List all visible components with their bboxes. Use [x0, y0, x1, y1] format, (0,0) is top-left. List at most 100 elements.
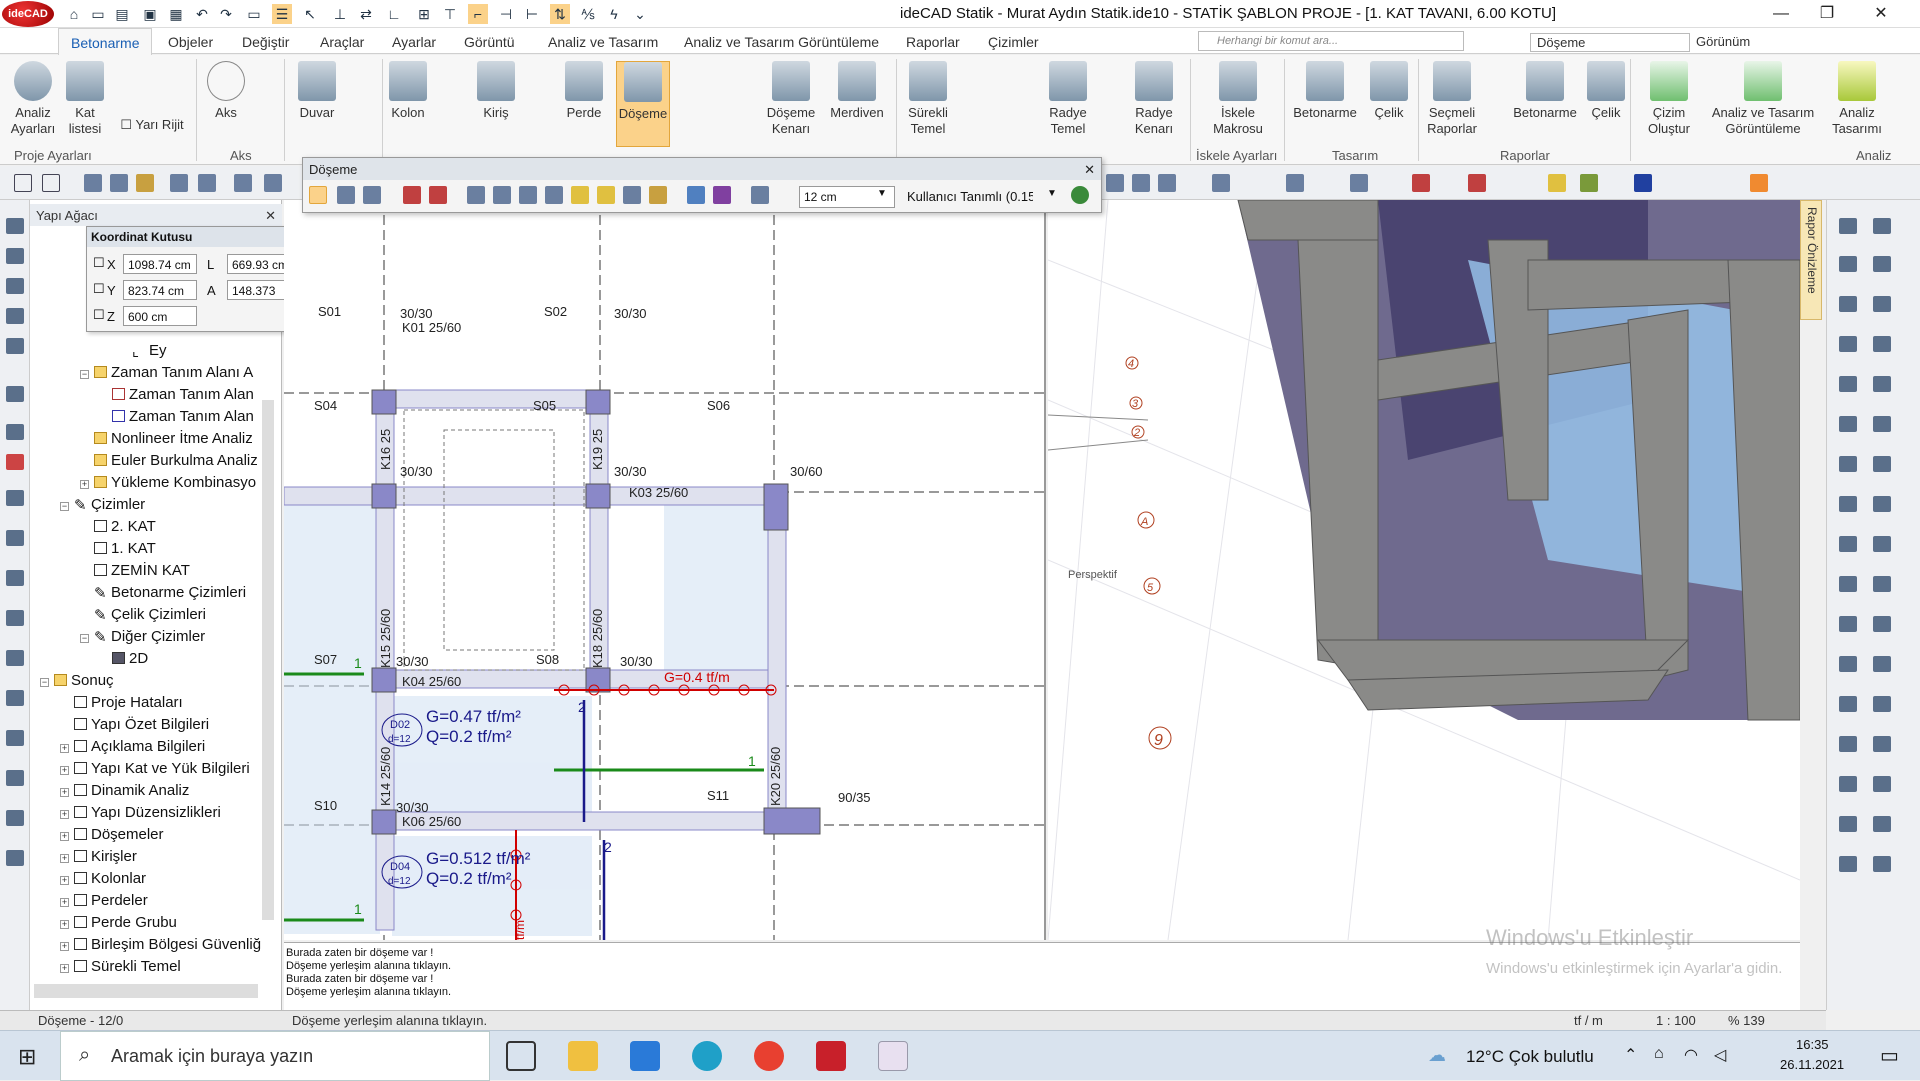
iskele-makrosu-button[interactable]: İskele Makrosu	[1196, 61, 1280, 137]
tree-item[interactable]: ⌞ Ey	[132, 342, 167, 360]
taskbar-search-input[interactable]: ⌕ Aramak için buraya yazın	[60, 1031, 490, 1081]
slab-delete-icon[interactable]	[403, 186, 421, 204]
tree-item[interactable]: ✎ Diğer Çizimler	[94, 628, 205, 646]
tool-icon[interactable]	[6, 610, 24, 626]
slab-place-icon[interactable]	[309, 186, 327, 204]
x-lock-checkbox[interactable]: ☐	[93, 255, 105, 271]
object-icon[interactable]	[1873, 856, 1891, 872]
trim-icon[interactable]	[1350, 174, 1368, 192]
tree-item[interactable]: 1. KAT	[94, 540, 156, 557]
file-explorer-icon[interactable]	[568, 1041, 598, 1071]
kiris-button[interactable]: Kiriş	[474, 61, 518, 121]
redo-icon[interactable]: ↷	[216, 4, 236, 24]
doseme-combo[interactable]: Döşeme	[1530, 33, 1690, 52]
delete-icon[interactable]	[1468, 174, 1486, 192]
tab-ayarlar[interactable]: Ayarlar	[392, 34, 436, 50]
status-scale[interactable]: 1 : 100	[1656, 1013, 1696, 1028]
minimize-icon[interactable]: —	[1758, 0, 1804, 28]
layer-icon[interactable]	[1106, 174, 1124, 192]
tool-icon[interactable]	[6, 490, 24, 506]
object-icon[interactable]	[1873, 376, 1891, 392]
object-icon[interactable]	[1839, 536, 1857, 552]
object-icon[interactable]	[1839, 416, 1857, 432]
z-lock-checkbox[interactable]: ☐	[93, 307, 105, 323]
object-icon[interactable]	[1873, 336, 1891, 352]
expand-icon[interactable]: +	[60, 788, 69, 797]
weather-icon[interactable]: ☁	[1428, 1045, 1446, 1066]
collapse-icon[interactable]: −	[40, 678, 49, 687]
windows-start-icon[interactable]: ⊞	[18, 1044, 36, 1070]
secmeli-raporlar-button[interactable]: Seçmeli Raporlar	[1422, 61, 1482, 137]
kolon-button[interactable]: Kolon	[386, 61, 430, 121]
undo-icon[interactable]: ↶	[192, 4, 212, 24]
open-icon[interactable]: ▤	[112, 4, 132, 24]
expand-icon[interactable]: +	[60, 964, 69, 973]
tool-icon[interactable]	[6, 730, 24, 746]
tool-icon[interactable]	[6, 454, 24, 470]
tree-item[interactable]: Zaman Tanım Alanı A	[94, 364, 253, 381]
object-icon[interactable]	[1839, 776, 1857, 792]
flag-icon[interactable]	[1634, 174, 1652, 192]
chevron-down-icon[interactable]: ▼	[877, 188, 887, 199]
slab-stair-icon[interactable]	[751, 186, 769, 204]
expand-icon[interactable]: +	[60, 832, 69, 841]
task-view-icon[interactable]	[506, 1041, 536, 1071]
tree-item[interactable]: Açıklama Bilgileri	[74, 738, 205, 755]
slab-auto-icon[interactable]	[467, 186, 485, 204]
tool-icon[interactable]	[6, 650, 24, 666]
tree-item[interactable]: Nonlineer İtme Analiz	[94, 430, 253, 447]
measure-icon[interactable]	[136, 174, 154, 192]
object-icon[interactable]	[1839, 856, 1857, 872]
expand-icon[interactable]: +	[60, 744, 69, 753]
object-icon[interactable]	[1873, 496, 1891, 512]
light-icon[interactable]	[1548, 174, 1566, 192]
object-icon[interactable]	[1839, 376, 1857, 392]
select-icon[interactable]: ↖	[300, 4, 320, 24]
tool-icon[interactable]	[6, 386, 24, 402]
object-icon[interactable]	[1839, 816, 1857, 832]
doseme-button[interactable]: Döşeme	[616, 61, 670, 147]
yari-rijit-checkbox[interactable]: ☐ Yarı Rijit	[112, 117, 192, 133]
betonarme-design-button[interactable]: Betonarme	[1290, 61, 1360, 121]
tree-item[interactable]: Yükleme Kombinasyo	[94, 474, 256, 491]
snap-icon[interactable]: ⊥	[330, 4, 350, 24]
y-field[interactable]: 823.74 cm	[123, 280, 197, 300]
chrome-icon[interactable]	[754, 1041, 784, 1071]
object-icon[interactable]	[1873, 616, 1891, 632]
home-icon[interactable]: ⌂	[64, 4, 84, 24]
move-icon[interactable]: ⇄	[356, 4, 376, 24]
tab-cizimler[interactable]: Çizimler	[988, 34, 1039, 50]
tree-item[interactable]: Dinamik Analiz	[74, 782, 189, 799]
object-icon[interactable]	[1839, 736, 1857, 752]
trim-icon[interactable]: ⇅	[550, 4, 570, 24]
tab-analiz-tasarim[interactable]: Analiz ve Tasarım	[548, 34, 658, 50]
tool-icon[interactable]	[6, 248, 24, 264]
slab-copy-icon[interactable]	[337, 186, 355, 204]
expand-icon[interactable]: +	[60, 854, 69, 863]
slab-lines-icon[interactable]	[493, 186, 511, 204]
mail-icon[interactable]	[630, 1041, 660, 1071]
tree-item[interactable]: Zaman Tanım Alan	[112, 386, 254, 403]
slab-ribs-icon[interactable]	[571, 186, 589, 204]
slab-move-icon[interactable]	[363, 186, 381, 204]
tab-analiz-goruntuleme[interactable]: Analiz ve Tasarım Görüntüleme	[684, 34, 879, 50]
analiz-tasarim-goruntuleme-button[interactable]: Analiz ve Tasarım Görüntüleme	[1708, 61, 1818, 137]
edge-icon[interactable]	[692, 1041, 722, 1071]
wave-icon[interactable]	[1212, 174, 1230, 192]
collapse-icon[interactable]: −	[80, 634, 89, 643]
surekli-temel-button[interactable]: Sürekli Temel	[900, 61, 956, 137]
object-icon[interactable]	[1839, 296, 1857, 312]
object-icon[interactable]	[1873, 776, 1891, 792]
autocad-icon[interactable]	[816, 1041, 846, 1071]
tree-item[interactable]: ✎ Çizimler	[74, 496, 145, 514]
expand-icon[interactable]: +	[60, 942, 69, 951]
slab-material-select[interactable]: Kullanıcı Tanımlı (0.15	[903, 186, 1033, 208]
object-icon[interactable]	[1873, 696, 1891, 712]
tree-item[interactable]: Kirişler	[74, 848, 137, 865]
lightning-icon[interactable]: ϟ	[604, 4, 624, 24]
weather-text[interactable]: 12°C Çok bulutlu	[1466, 1047, 1594, 1067]
tree-item[interactable]: Zaman Tanım Alan	[112, 408, 254, 425]
expand-icon[interactable]: +	[60, 766, 69, 775]
close-icon[interactable]: ✕	[1858, 0, 1904, 28]
object-icon[interactable]	[1839, 456, 1857, 472]
